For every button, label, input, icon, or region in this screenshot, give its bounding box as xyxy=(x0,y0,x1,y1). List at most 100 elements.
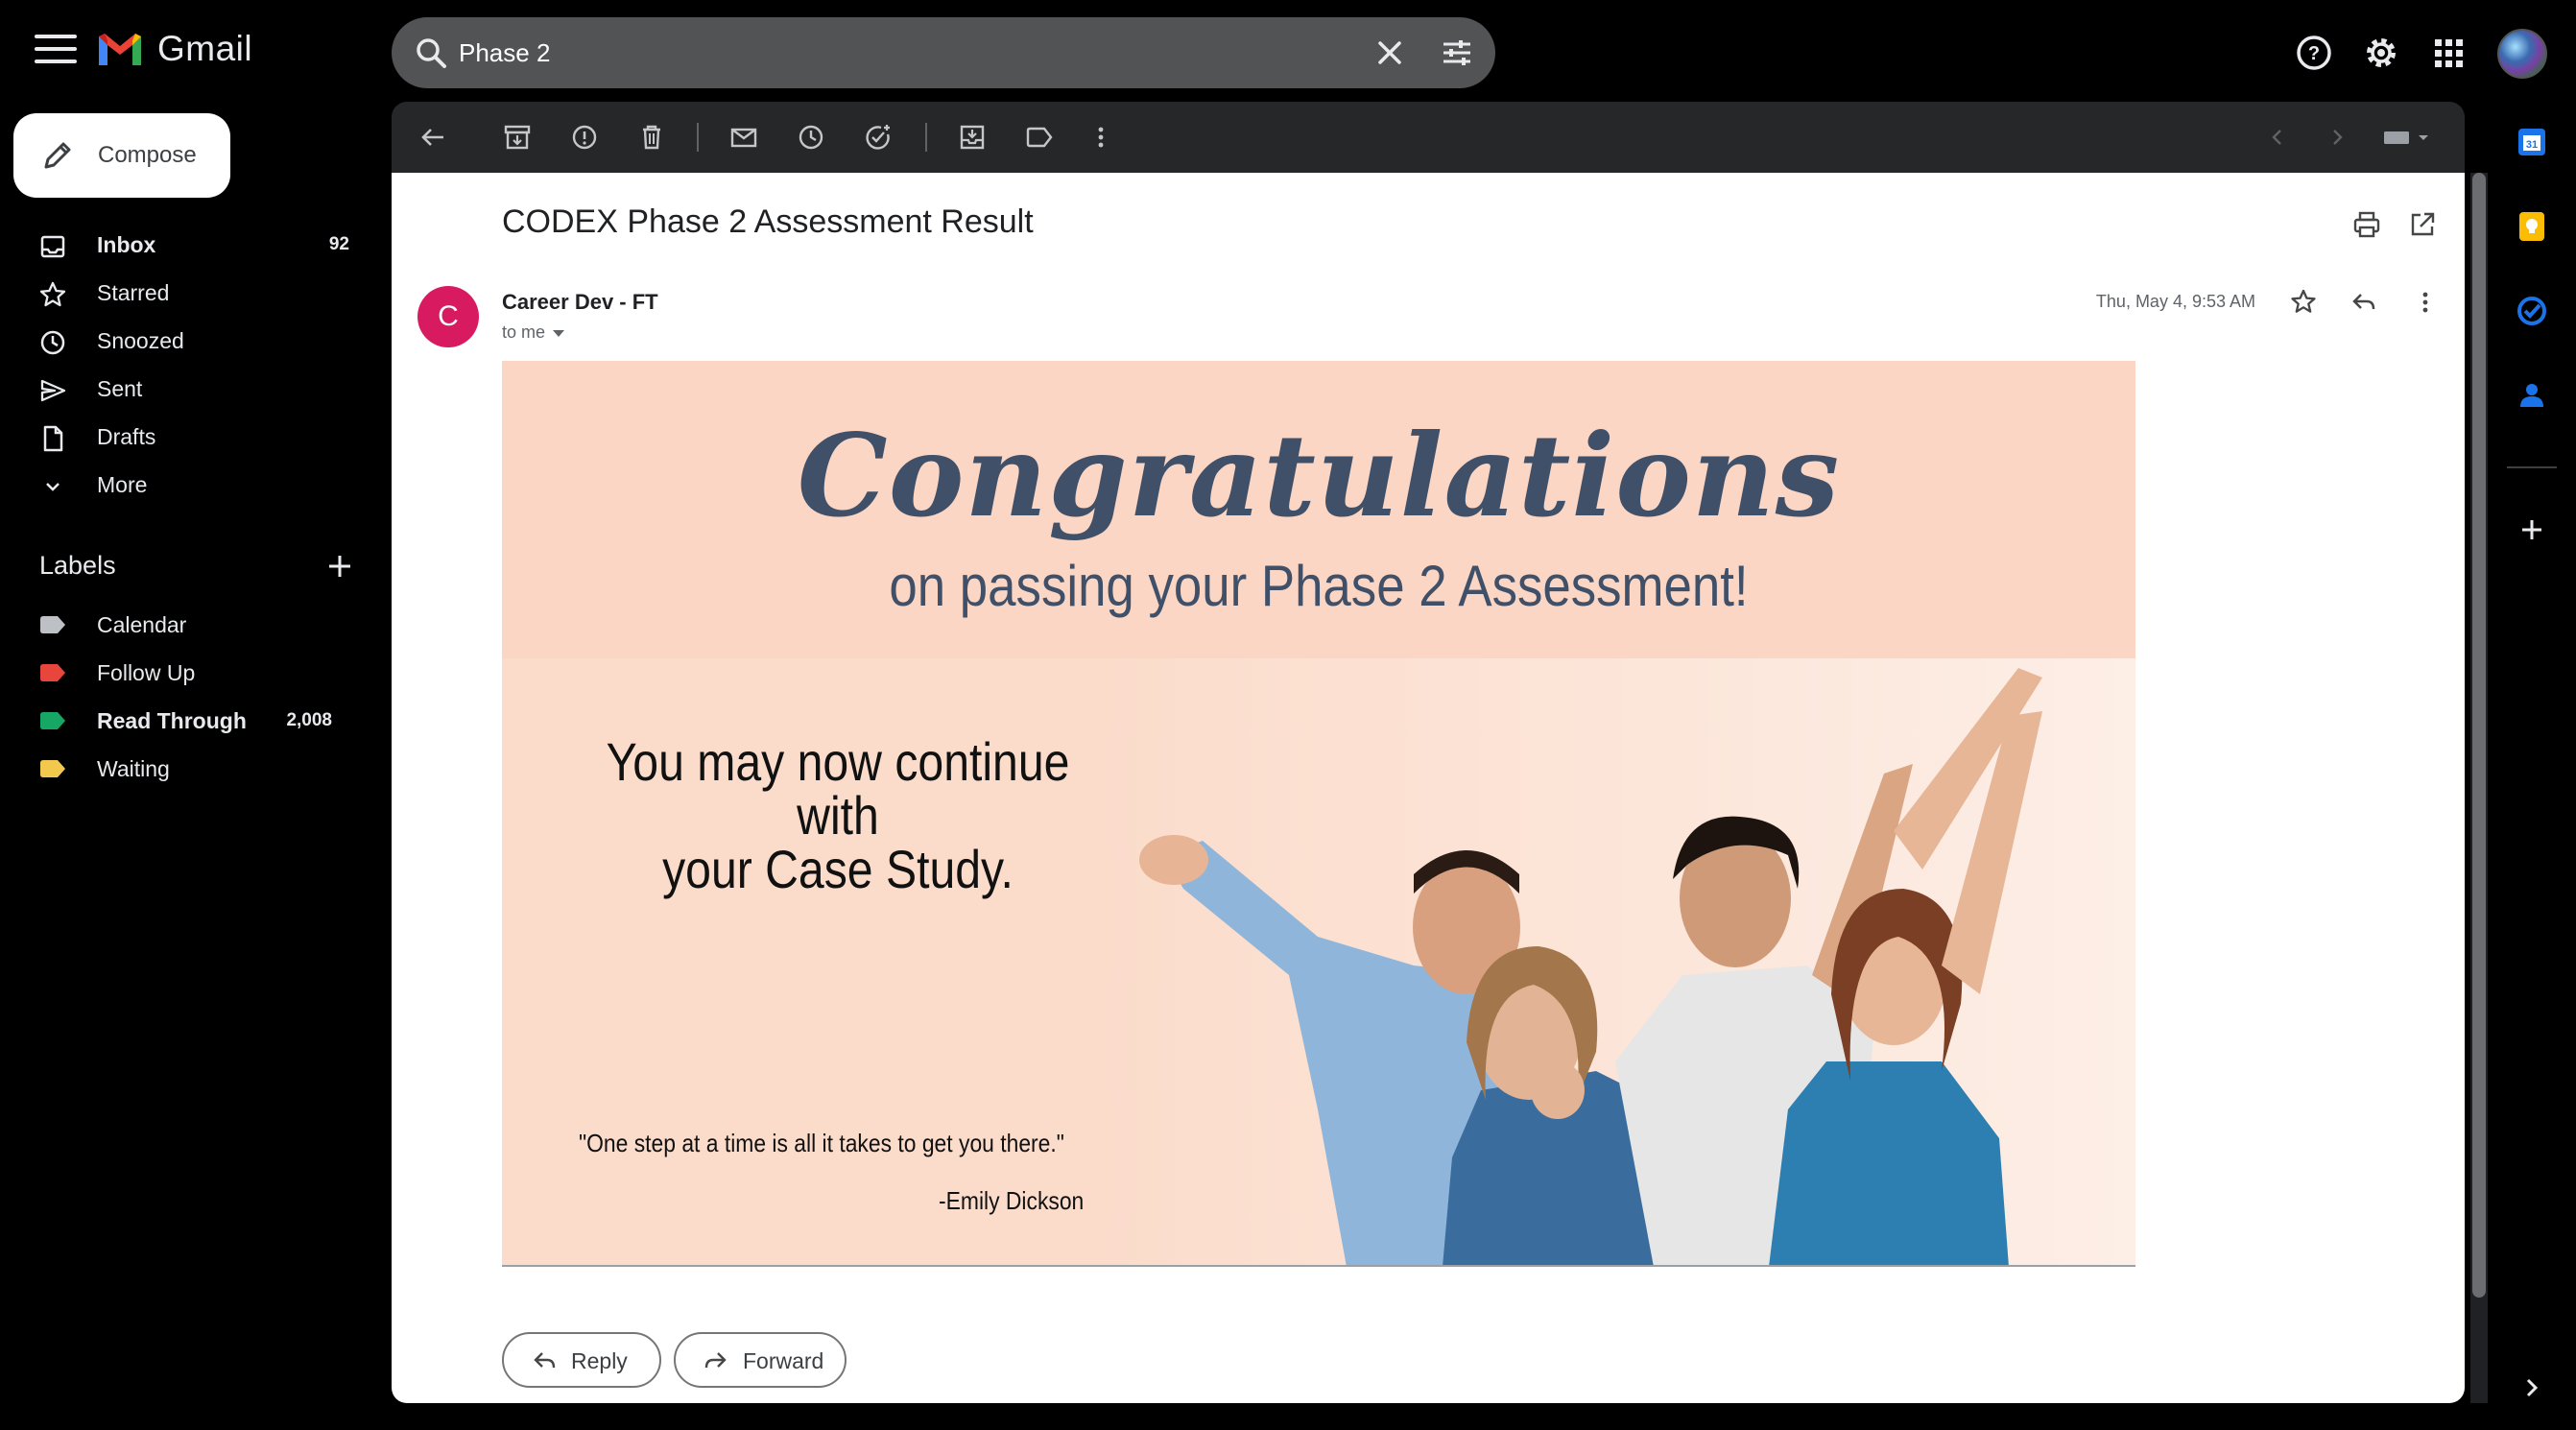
gmail-logo[interactable]: Gmail xyxy=(96,29,252,69)
caret-down-icon xyxy=(553,329,565,337)
show-side-panel-chevron-icon[interactable] xyxy=(2515,1370,2549,1405)
svg-text:31: 31 xyxy=(2526,139,2538,151)
toolbar-divider xyxy=(697,123,699,152)
scrollbar-thumb[interactable] xyxy=(2472,173,2486,1298)
forward-icon xyxy=(704,1352,727,1369)
search-bar[interactable] xyxy=(392,17,1495,88)
recipient-details[interactable]: to me xyxy=(502,322,565,343)
mark-unread-icon[interactable] xyxy=(727,121,760,154)
label-name: Read Through xyxy=(97,708,247,733)
label-name: Follow Up xyxy=(97,660,196,685)
message-toolbar xyxy=(392,102,2465,173)
star-icon[interactable] xyxy=(2287,286,2320,319)
sidebar-item-drafts[interactable]: Drafts xyxy=(0,413,374,461)
message-subject: CODEX Phase 2 Assessment Result xyxy=(502,203,1034,240)
sidebar-item-label: Drafts xyxy=(97,424,156,449)
open-new-window-icon[interactable] xyxy=(2407,209,2438,240)
move-to-icon[interactable] xyxy=(956,121,989,154)
recipient-label: to me xyxy=(502,322,546,342)
label-item-follow-up[interactable]: Follow Up xyxy=(0,649,374,697)
unread-count: 92 xyxy=(328,234,349,254)
sidebar-item-snoozed[interactable]: Snoozed xyxy=(0,317,374,365)
sidebar-item-label: Snoozed xyxy=(97,328,184,353)
sidebar-item-label: Starred xyxy=(97,280,170,305)
sidebar-item-sent[interactable]: Sent xyxy=(0,365,374,413)
draft-icon xyxy=(43,425,63,452)
banner-quote: "One step at a time is all it takes to g… xyxy=(579,1129,1064,1157)
apps-grid-icon[interactable] xyxy=(2428,33,2469,73)
sidebar-item-label: Sent xyxy=(97,376,143,401)
banner-body-line: You may now continue with xyxy=(606,731,1070,846)
sidebar-item-inbox[interactable]: Inbox 92 xyxy=(0,221,374,269)
label-item-waiting[interactable]: Waiting xyxy=(0,745,374,793)
print-icon[interactable] xyxy=(2351,209,2382,240)
account-avatar[interactable] xyxy=(2497,29,2547,79)
top-bar: Gmail ? xyxy=(0,0,2576,100)
labels-heading: Labels xyxy=(39,551,116,580)
sidebar-item-label: Inbox xyxy=(97,232,156,257)
banner-quote-author: -Emily Dickson xyxy=(939,1186,1085,1215)
label-icon[interactable] xyxy=(1023,121,1056,154)
clear-search-icon[interactable] xyxy=(1371,34,1409,72)
input-tools-keyboard-icon[interactable] xyxy=(2380,121,2434,154)
reply-button[interactable]: Reply xyxy=(502,1332,661,1388)
label-tag-icon xyxy=(40,712,65,729)
newer-chevron-left-icon[interactable] xyxy=(2261,121,2294,154)
search-options-icon[interactable] xyxy=(1438,34,1476,72)
keep-app-icon[interactable] xyxy=(2515,209,2549,244)
banner-headline: Congratulations xyxy=(797,409,1841,542)
older-chevron-right-icon[interactable] xyxy=(2321,121,2353,154)
celebrating-people-photo xyxy=(1097,658,2135,1265)
forward-label: Forward xyxy=(743,1348,824,1373)
reply-icon xyxy=(534,1352,556,1369)
chevron-down-icon xyxy=(46,483,60,491)
email-banner-image: Congratulations on passing your Phase 2 … xyxy=(502,361,2135,1267)
help-icon[interactable]: ? xyxy=(2294,33,2334,73)
settings-gear-icon[interactable] xyxy=(2361,33,2401,73)
sender-name: Career Dev - FT xyxy=(502,290,658,314)
message-view: CODEX Phase 2 Assessment Result C Career… xyxy=(392,173,2465,1403)
label-item-calendar[interactable]: Calendar xyxy=(0,601,374,649)
banner-body-line: your Case Study. xyxy=(662,839,1014,899)
calendar-app-icon[interactable]: 31 xyxy=(2515,125,2549,159)
more-vert-icon[interactable] xyxy=(1085,121,1117,154)
add-label-icon[interactable] xyxy=(324,551,355,582)
sender-avatar: C xyxy=(417,286,479,347)
toolbar-divider xyxy=(925,123,927,152)
label-tag-icon xyxy=(40,760,65,777)
banner-body-text: You may now continue with your Case Stud… xyxy=(582,735,1093,896)
archive-icon[interactable] xyxy=(501,121,534,154)
svg-text:?: ? xyxy=(2308,43,2320,64)
tasks-app-icon[interactable] xyxy=(2515,294,2549,328)
add-to-tasks-icon[interactable] xyxy=(862,121,894,154)
sidebar-item-more[interactable]: More xyxy=(0,461,374,509)
snooze-clock-icon[interactable] xyxy=(795,121,827,154)
back-arrow-icon[interactable] xyxy=(417,121,449,154)
delete-trash-icon[interactable] xyxy=(635,121,668,154)
unread-count: 2,008 xyxy=(286,710,332,730)
label-item-read-through[interactable]: Read Through 2,008 xyxy=(0,697,374,745)
report-spam-icon[interactable] xyxy=(568,121,601,154)
pencil-icon xyxy=(44,142,71,169)
label-tag-icon xyxy=(40,616,65,633)
contacts-app-icon[interactable] xyxy=(2515,378,2549,413)
more-vert-icon[interactable] xyxy=(2409,286,2442,319)
reply-icon[interactable] xyxy=(2348,286,2380,319)
gmail-m-icon xyxy=(99,34,141,65)
reply-label: Reply xyxy=(571,1348,628,1373)
forward-button[interactable]: Forward xyxy=(674,1332,847,1388)
compose-label: Compose xyxy=(98,142,197,168)
get-addons-plus-icon[interactable] xyxy=(2515,512,2549,547)
main-menu-icon[interactable] xyxy=(35,35,77,69)
message-date: Thu, May 4, 9:53 AM xyxy=(2095,292,2255,311)
compose-button[interactable]: Compose xyxy=(13,113,230,198)
inbox-icon xyxy=(40,235,65,258)
search-input[interactable] xyxy=(459,31,1255,75)
sidebar-item-label: More xyxy=(97,472,148,497)
search-icon[interactable] xyxy=(413,35,451,73)
sidebar-item-starred[interactable]: Starred xyxy=(0,269,374,317)
label-name: Waiting xyxy=(97,756,170,781)
app-name: Gmail xyxy=(157,29,253,68)
send-icon xyxy=(40,379,66,402)
label-tag-icon xyxy=(40,664,65,681)
